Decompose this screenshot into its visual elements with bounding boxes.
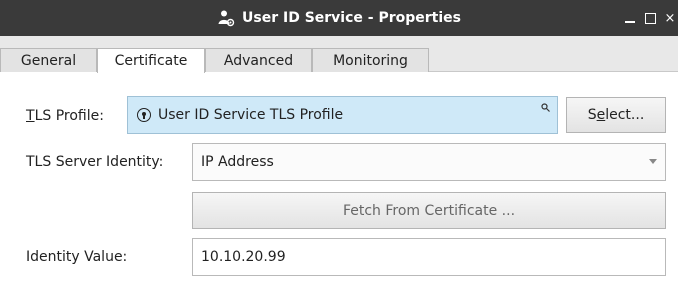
tab-advanced[interactable]: Advanced	[205, 48, 312, 72]
minimize-button[interactable]	[622, 10, 638, 26]
tls-profile-value: User ID Service TLS Profile	[158, 107, 344, 123]
tls-server-identity-dropdown[interactable]: IP Address	[192, 143, 666, 181]
tab-label: General	[20, 52, 77, 69]
chevron-down-icon	[649, 159, 657, 164]
close-icon: ×	[664, 10, 676, 26]
tab-monitoring[interactable]: Monitoring	[312, 48, 429, 72]
select-button-suffix: lect...	[605, 107, 645, 123]
select-button-mnemonic: e	[596, 107, 606, 123]
lock-icon	[137, 108, 151, 122]
tab-label: Certificate	[114, 53, 188, 69]
fetch-from-certificate-button[interactable]: Fetch From Certificate ...	[192, 192, 666, 229]
identity-value-input[interactable]: 10.10.20.99	[192, 238, 666, 276]
tab-certificate[interactable]: Certificate	[97, 48, 205, 73]
fetch-button-label: Fetch From Certificate ...	[342, 202, 516, 219]
identity-value-label: Identity Value:	[26, 249, 128, 265]
tab-bar: General Certificate Advanced Monitoring	[0, 36, 678, 73]
maximize-icon	[644, 12, 656, 24]
user-gear-icon	[217, 9, 235, 27]
maximize-button[interactable]	[642, 10, 658, 26]
window-titlebar[interactable]: User ID Service - Properties ×	[0, 0, 678, 36]
tab-label: Advanced	[223, 52, 294, 69]
tls-profile-label: TLS Profile:	[26, 108, 104, 124]
select-button-prefix: S	[587, 107, 597, 123]
identity-value-text: 10.10.20.99	[201, 249, 286, 265]
search-icon[interactable]	[541, 100, 550, 112]
tab-label: Monitoring	[333, 52, 408, 69]
tab-general[interactable]: General	[0, 48, 97, 72]
window-title-group: User ID Service - Properties	[0, 0, 678, 36]
tls-profile-field[interactable]: User ID Service TLS Profile	[127, 96, 558, 134]
tls-profile-label-text: LS Profile:	[34, 108, 104, 124]
window-controls: ×	[622, 0, 678, 36]
close-button[interactable]: ×	[662, 10, 678, 26]
window-title: User ID Service - Properties	[242, 10, 461, 26]
tls-server-identity-label: TLS Server Identity:	[26, 154, 164, 170]
select-button[interactable]: Se lect...	[566, 97, 666, 133]
tls-profile-mnemonic: T	[26, 108, 35, 124]
minimize-icon	[625, 21, 635, 23]
tls-server-identity-value: IP Address	[201, 154, 274, 170]
